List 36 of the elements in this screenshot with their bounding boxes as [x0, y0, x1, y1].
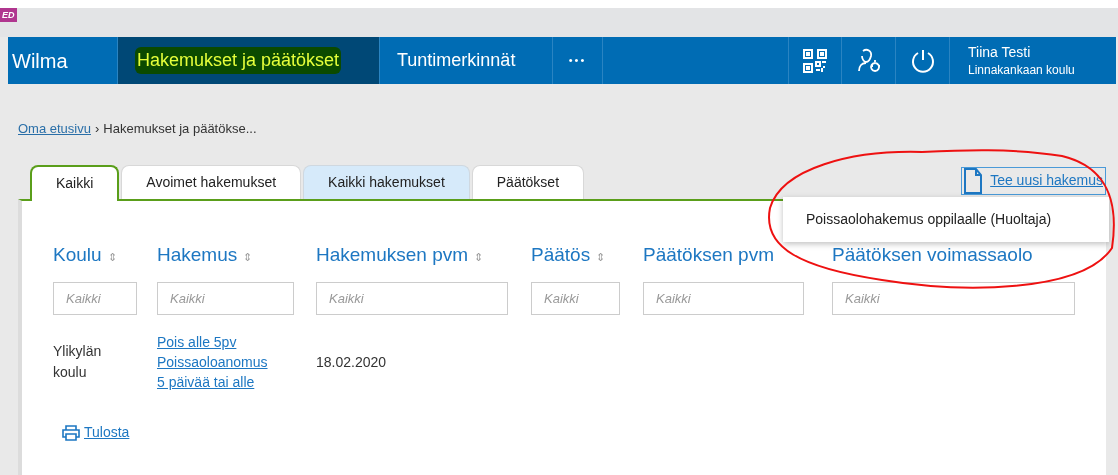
new-application-link[interactable]: Tee uusi hakemus [961, 166, 1106, 195]
breadcrumb-separator: › [95, 120, 100, 138]
column-header[interactable]: Koulu ⇕ [53, 240, 157, 269]
column-header[interactable]: Päätöksen voimassaolo [832, 240, 1082, 269]
filter-field[interactable]: Kaikki [53, 282, 137, 315]
more-button[interactable]: ••• [553, 37, 603, 84]
table-cell-text: 18.02.2020 [316, 352, 387, 372]
filter-field[interactable]: Kaikki [643, 282, 804, 315]
nav-item[interactable]: Hakemukset ja päätökset [118, 37, 380, 84]
application-link[interactable]: Pois alle 5pv [157, 332, 279, 352]
application-link[interactable]: Poissaoloanomus 5 päivää tai alle [157, 352, 279, 392]
user-school: Linnakankaan koulu [968, 61, 1076, 79]
nav-item[interactable]: Tuntimerkinnät [380, 37, 553, 84]
filter-field[interactable]: Kaikki [316, 282, 508, 315]
tab[interactable]: Avoimet hakemukset [121, 164, 302, 199]
power-icon[interactable] [909, 47, 936, 74]
column-header[interactable]: Päätös ⇕ [531, 240, 643, 269]
breadcrumb-current: Hakemukset ja päätökse... [103, 120, 257, 138]
tab[interactable]: Päätökset [471, 164, 585, 199]
filter-field[interactable]: Kaikki [832, 282, 1075, 315]
tab[interactable]: Kaikki [30, 164, 120, 201]
menu-item[interactable]: Poissaolohakemus oppilaalle (Huoltaja) [806, 209, 1052, 230]
user-name[interactable]: Tiina Testi [968, 42, 1116, 61]
logo: ED [0, 8, 17, 22]
filter-field[interactable]: Kaikki [531, 282, 620, 315]
qr-code-icon[interactable] [802, 47, 828, 74]
document-icon [964, 167, 983, 194]
print-link[interactable]: Tulosta [62, 422, 130, 443]
table-cell-text: Ylikylän koulu [53, 342, 103, 382]
column-header[interactable]: Hakemuksen pvm ⇕ [316, 240, 531, 269]
column-header[interactable]: Päätöksen pvm [643, 240, 832, 269]
tab[interactable]: Kaikki hakemukset [303, 164, 470, 199]
printer-icon [62, 424, 80, 441]
breadcrumb-link[interactable]: Oma etusivu [18, 119, 91, 139]
column-header[interactable]: Hakemus ⇕ [157, 240, 316, 269]
filter-field[interactable]: Kaikki [157, 282, 294, 315]
